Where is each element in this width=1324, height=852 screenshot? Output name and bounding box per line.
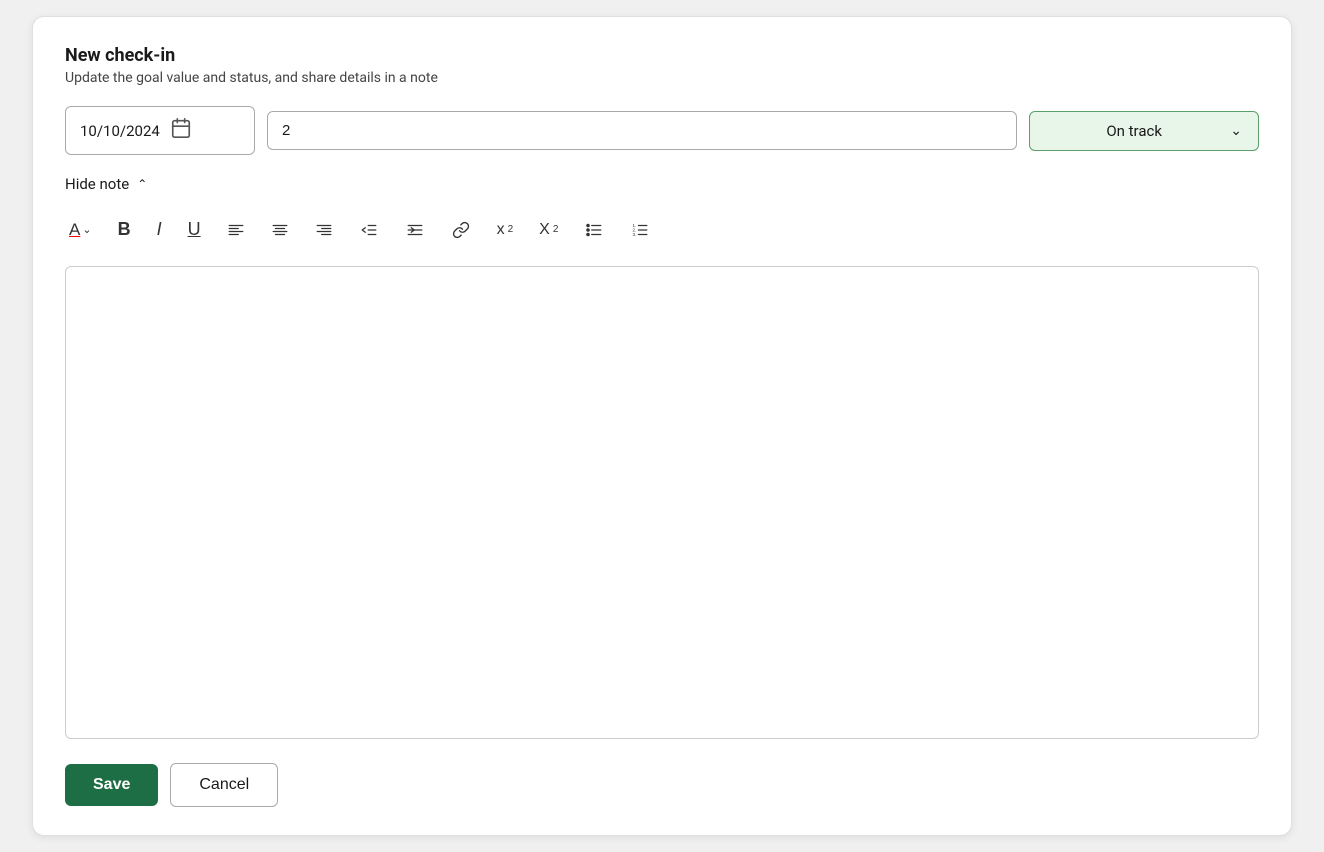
link-button[interactable] [447,219,475,241]
align-center-button[interactable] [267,219,293,241]
inputs-row: 10/10/2024 On track ⌄ [65,106,1259,155]
note-textarea[interactable] [65,266,1259,739]
hide-note-row[interactable]: Hide note ⌃ [65,175,1259,193]
hide-note-label: Hide note [65,175,129,193]
status-label: On track [1046,122,1222,140]
bold-button[interactable]: B [114,217,135,242]
date-field[interactable]: 10/10/2024 [65,106,255,155]
align-left-button[interactable] [223,219,249,241]
value-input[interactable] [267,111,1017,150]
chevron-up-icon: ⌃ [137,177,147,191]
italic-button[interactable]: I [153,217,166,242]
card-title: New check-in [65,45,1259,66]
underline-button[interactable]: U [184,217,205,242]
superscript-button[interactable]: x2 [493,219,518,241]
unordered-list-button[interactable] [580,219,608,241]
status-dropdown[interactable]: On track ⌄ [1029,111,1259,151]
text-toolbar: A ⌄ B I U [65,213,1259,246]
align-right-button[interactable] [311,219,337,241]
save-button[interactable]: Save [65,764,158,806]
font-color-button[interactable]: A ⌄ [65,218,96,242]
subscript-button[interactable]: X2 [535,219,562,241]
ordered-list-button[interactable]: 1. 2. 3. [626,219,654,241]
svg-text:3.: 3. [633,232,637,237]
calendar-icon[interactable] [170,117,192,144]
footer-buttons: Save Cancel [65,763,1259,807]
indent-more-button[interactable] [401,219,429,241]
date-value: 10/10/2024 [80,122,160,140]
font-color-chevron-icon: ⌄ [82,223,91,236]
font-color-icon: A [69,220,80,240]
chevron-down-icon: ⌄ [1230,123,1242,139]
cancel-button[interactable]: Cancel [170,763,278,807]
indent-less-button[interactable] [355,219,383,241]
card-subtitle: Update the goal value and status, and sh… [65,70,1259,86]
new-checkin-card: New check-in Update the goal value and s… [32,16,1292,836]
title-section: New check-in Update the goal value and s… [65,45,1259,86]
